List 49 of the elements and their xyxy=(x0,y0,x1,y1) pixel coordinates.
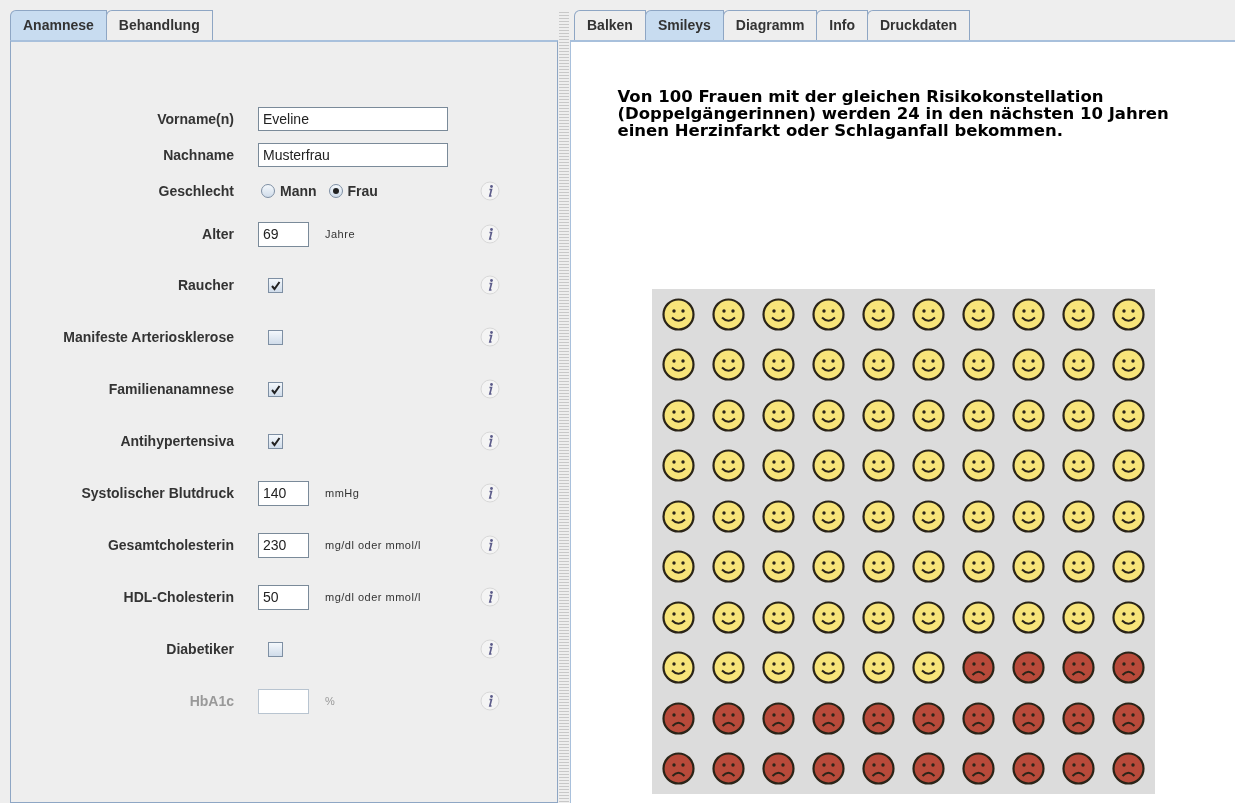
field-label: Familienanamnese xyxy=(108,379,234,399)
info-icon[interactable] xyxy=(480,483,500,503)
info-icon[interactable] xyxy=(480,327,500,347)
field-label: Nachname xyxy=(163,145,234,165)
checkbox[interactable] xyxy=(268,329,283,345)
tab[interactable]: Anamnese xyxy=(10,10,107,40)
radio-button[interactable] xyxy=(328,184,343,198)
info-icon[interactable] xyxy=(480,535,500,555)
info-icon[interactable] xyxy=(480,181,500,201)
radio-label: Mann xyxy=(280,181,317,201)
field-label: Manifeste Arteriosklerose xyxy=(63,327,234,347)
tab[interactable]: Balken xyxy=(574,10,646,40)
info-icon[interactable] xyxy=(480,639,500,659)
field-label: HbA1c xyxy=(189,691,234,711)
tab[interactable]: Behandlung xyxy=(105,10,213,40)
unit-label: mg/dl oder mmol/l xyxy=(325,537,421,553)
checkbox[interactable] xyxy=(268,641,283,657)
unit-label: Jahre xyxy=(325,226,356,242)
result-text: Von 100 Frauen mit der gleichen Risikokonstellation (Doppelgängerinnen) werden 24 in den nächsten 10 Jahren einen Herzinfarkt oder Schlaganfall bekommen. xyxy=(617,88,1170,139)
field-label: Vorname(n) xyxy=(157,109,234,129)
info-icon[interactable] xyxy=(480,379,500,399)
field-label: Antihypertensiva xyxy=(120,431,234,451)
info-icon[interactable] xyxy=(480,587,500,607)
field-label: Systolischer Blutdruck xyxy=(81,483,234,503)
info-icon[interactable] xyxy=(480,431,500,451)
unit-label: % xyxy=(325,693,336,709)
field-label: Diabetiker xyxy=(166,639,234,659)
tab[interactable]: Smileys xyxy=(644,10,724,40)
field-label: Alter xyxy=(202,224,234,244)
field-label: Gesamtcholesterin xyxy=(107,535,234,555)
info-icon[interactable] xyxy=(480,275,500,295)
number-field[interactable]: 140 xyxy=(258,480,309,506)
number-field[interactable]: 69 xyxy=(258,221,309,247)
field-label: Geschlecht xyxy=(158,181,234,201)
text-field[interactable]: Musterfrau xyxy=(258,143,448,167)
radio-label: Frau xyxy=(347,181,378,201)
info-icon[interactable] xyxy=(480,224,500,244)
text-field[interactable]: Eveline xyxy=(258,107,448,131)
number-field[interactable]: 230 xyxy=(258,532,309,558)
unit-label: mg/dl oder mmol/l xyxy=(325,589,421,605)
field-label: Raucher xyxy=(177,275,234,295)
checkbox[interactable] xyxy=(268,433,283,449)
radio-button[interactable] xyxy=(261,184,275,198)
field-label: HDL-Cholesterin xyxy=(123,587,234,607)
tab[interactable]: Druckdaten xyxy=(867,10,970,40)
checkbox[interactable] xyxy=(268,277,283,293)
checkbox[interactable] xyxy=(268,381,283,397)
unit-label: mmHg xyxy=(325,485,360,501)
number-field[interactable]: 50 xyxy=(258,584,309,610)
